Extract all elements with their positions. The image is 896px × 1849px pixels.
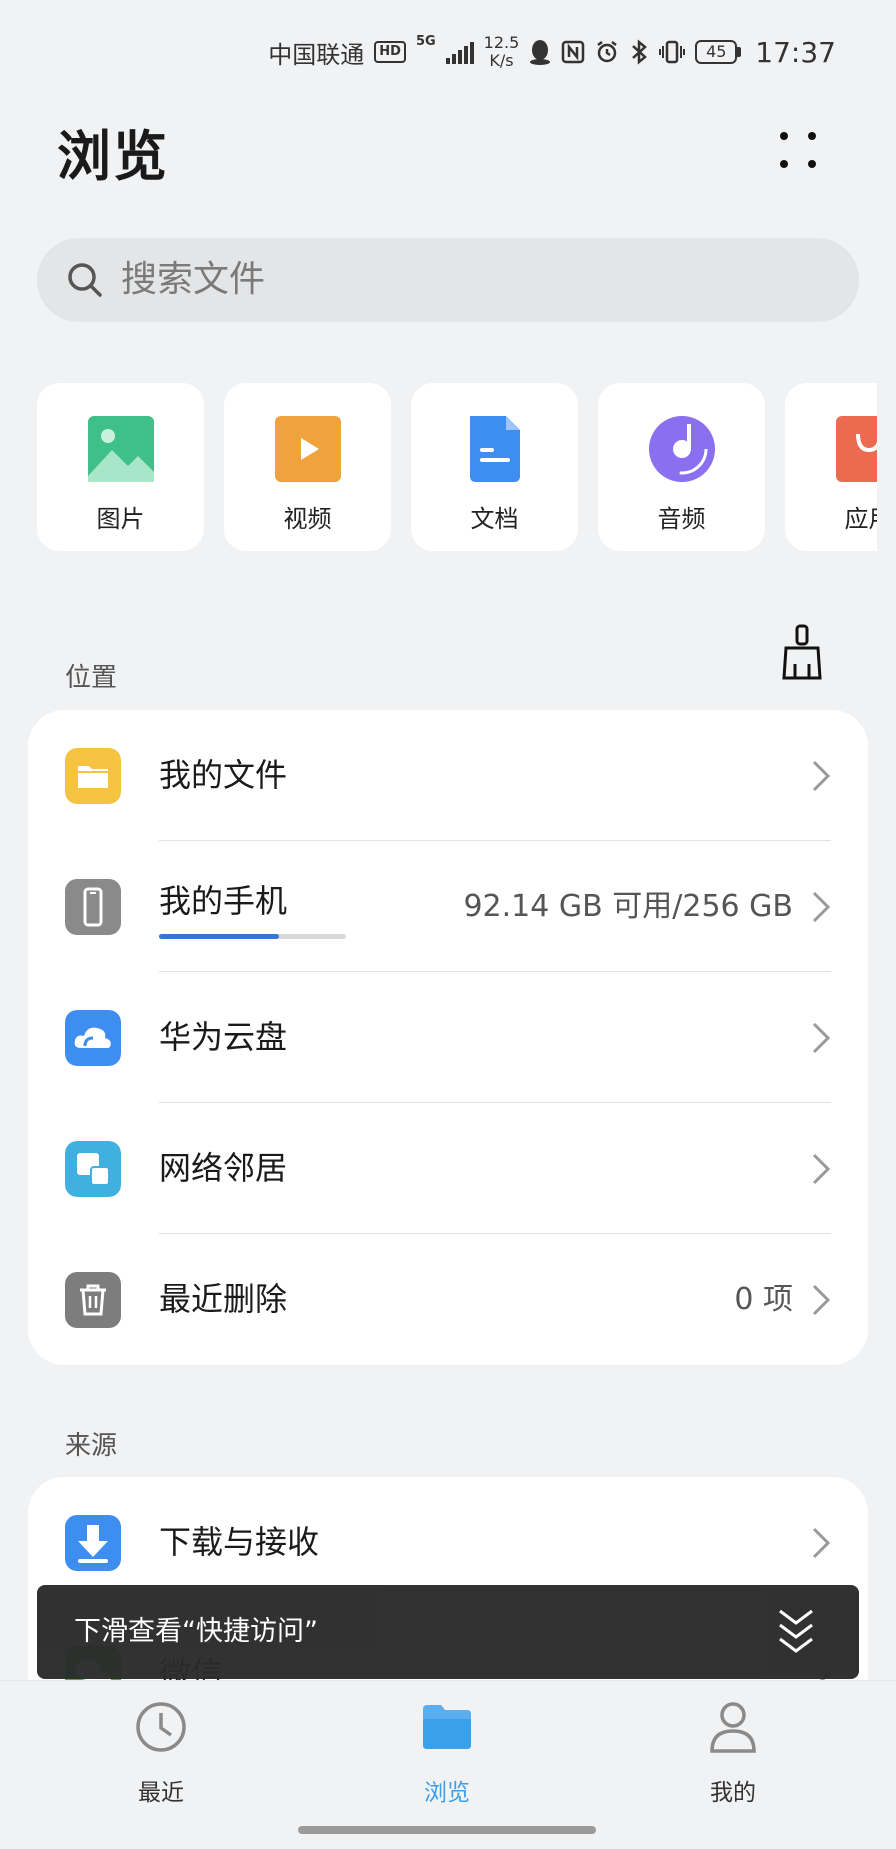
tab-label: 最近	[138, 1780, 184, 1806]
list-item-recently-deleted[interactable]: 最近删除 0 项	[28, 1234, 868, 1365]
alarm-icon	[597, 41, 618, 63]
list-item-label: 我的手机	[159, 882, 288, 920]
trash-icon	[65, 1272, 121, 1328]
speed-unit: K/s	[489, 51, 514, 70]
chevron-right-icon	[812, 1153, 831, 1185]
carrier-name: 中国联通	[268, 40, 365, 69]
clock-time: 17:37	[755, 35, 836, 69]
search-icon	[68, 263, 102, 297]
nfc-icon	[562, 40, 585, 64]
qq-icon	[530, 40, 551, 65]
search-bar[interactable]: 搜索文件	[37, 238, 859, 322]
network-speed: 12.5 K/s	[484, 34, 520, 70]
toast-text: 下滑查看“快捷访问”	[74, 1616, 318, 1647]
list-item-my-files[interactable]: 我的文件	[28, 710, 868, 841]
list-item-my-phone[interactable]: 我的手机 92.14 GB 可用/256 GB	[28, 841, 868, 972]
list-item-label: 最近删除	[159, 1280, 288, 1318]
category-label: 图片	[96, 505, 145, 533]
category-documents[interactable]: 文档	[411, 383, 578, 551]
section-title-sources: 来源	[65, 1431, 118, 1461]
quick-access-hint-toast[interactable]: 下滑查看“快捷访问”	[37, 1585, 859, 1679]
hd-badge: HD	[374, 41, 406, 63]
bluetooth-icon	[632, 39, 648, 65]
category-label: 文档	[470, 505, 519, 533]
deleted-count: 0 项	[734, 1282, 793, 1317]
page-title: 浏览	[57, 125, 169, 188]
video-icon	[275, 416, 341, 482]
tab-mine[interactable]: 我的	[633, 1681, 833, 1811]
locations-card: 我的文件 我的手机 92.14 GB 可用/256 GB 华为云盘 网络邻居 最…	[28, 710, 868, 1365]
chevron-right-icon	[812, 1022, 831, 1054]
category-apps[interactable]: 应用	[785, 383, 877, 551]
speed-value: 12.5	[483, 33, 520, 52]
category-audio[interactable]: 音频	[598, 383, 765, 551]
image-icon	[88, 416, 154, 482]
list-item-label: 华为云盘	[159, 1018, 288, 1056]
chevron-right-icon	[812, 1284, 831, 1316]
battery-icon: 45	[695, 40, 742, 64]
network-type: 5G	[415, 34, 436, 49]
list-item-network-neighbors[interactable]: 网络邻居	[28, 1103, 868, 1234]
category-label: 应用	[844, 505, 878, 533]
phone-icon	[65, 879, 121, 935]
storage-usage-bar	[159, 934, 346, 939]
category-images[interactable]: 图片	[37, 383, 204, 551]
app-icon	[836, 416, 877, 482]
person-icon	[710, 1702, 756, 1753]
chevron-right-icon	[812, 1527, 831, 1559]
battery-level: 45	[695, 40, 738, 64]
category-videos[interactable]: 视频	[224, 383, 391, 551]
list-item-label: 我的文件	[159, 756, 288, 794]
category-label: 音频	[657, 505, 706, 533]
status-bar: 中国联通 HD 5G 12.5 K/s 45 17:37	[0, 0, 896, 100]
signal-icon	[445, 40, 474, 64]
storage-text: 92.14 GB 可用/256 GB	[463, 889, 793, 924]
double-chevron-down-icon	[779, 1609, 813, 1653]
clock-icon	[136, 1702, 186, 1752]
category-label: 视频	[283, 505, 332, 533]
chevron-right-icon	[812, 760, 831, 792]
home-indicator[interactable]	[298, 1826, 596, 1834]
bottom-navigation: 最近 浏览 我的	[0, 1680, 896, 1849]
cloud-icon	[65, 1010, 121, 1066]
folder-icon	[65, 748, 121, 804]
chevron-right-icon	[812, 891, 831, 923]
audio-icon	[649, 416, 715, 482]
document-icon	[470, 416, 520, 482]
tab-label: 浏览	[424, 1780, 470, 1806]
folder-icon	[423, 1705, 471, 1749]
tab-label: 我的	[710, 1780, 756, 1806]
download-icon	[65, 1515, 121, 1571]
network-icon	[65, 1141, 121, 1197]
storage-usage-fill	[159, 934, 279, 939]
more-options-button[interactable]	[770, 122, 826, 178]
section-title-locations: 位置	[65, 663, 118, 693]
list-item-huawei-cloud[interactable]: 华为云盘	[28, 972, 868, 1103]
list-item-label: 网络邻居	[159, 1149, 288, 1187]
cleanup-icon[interactable]	[780, 624, 824, 680]
vibrate-icon	[659, 40, 686, 64]
tab-recent[interactable]: 最近	[61, 1681, 261, 1811]
search-input[interactable]: 搜索文件	[121, 238, 265, 322]
tab-browse[interactable]: 浏览	[347, 1681, 547, 1811]
category-strip[interactable]: 图片 视频 文档 音频 应用	[37, 383, 877, 551]
